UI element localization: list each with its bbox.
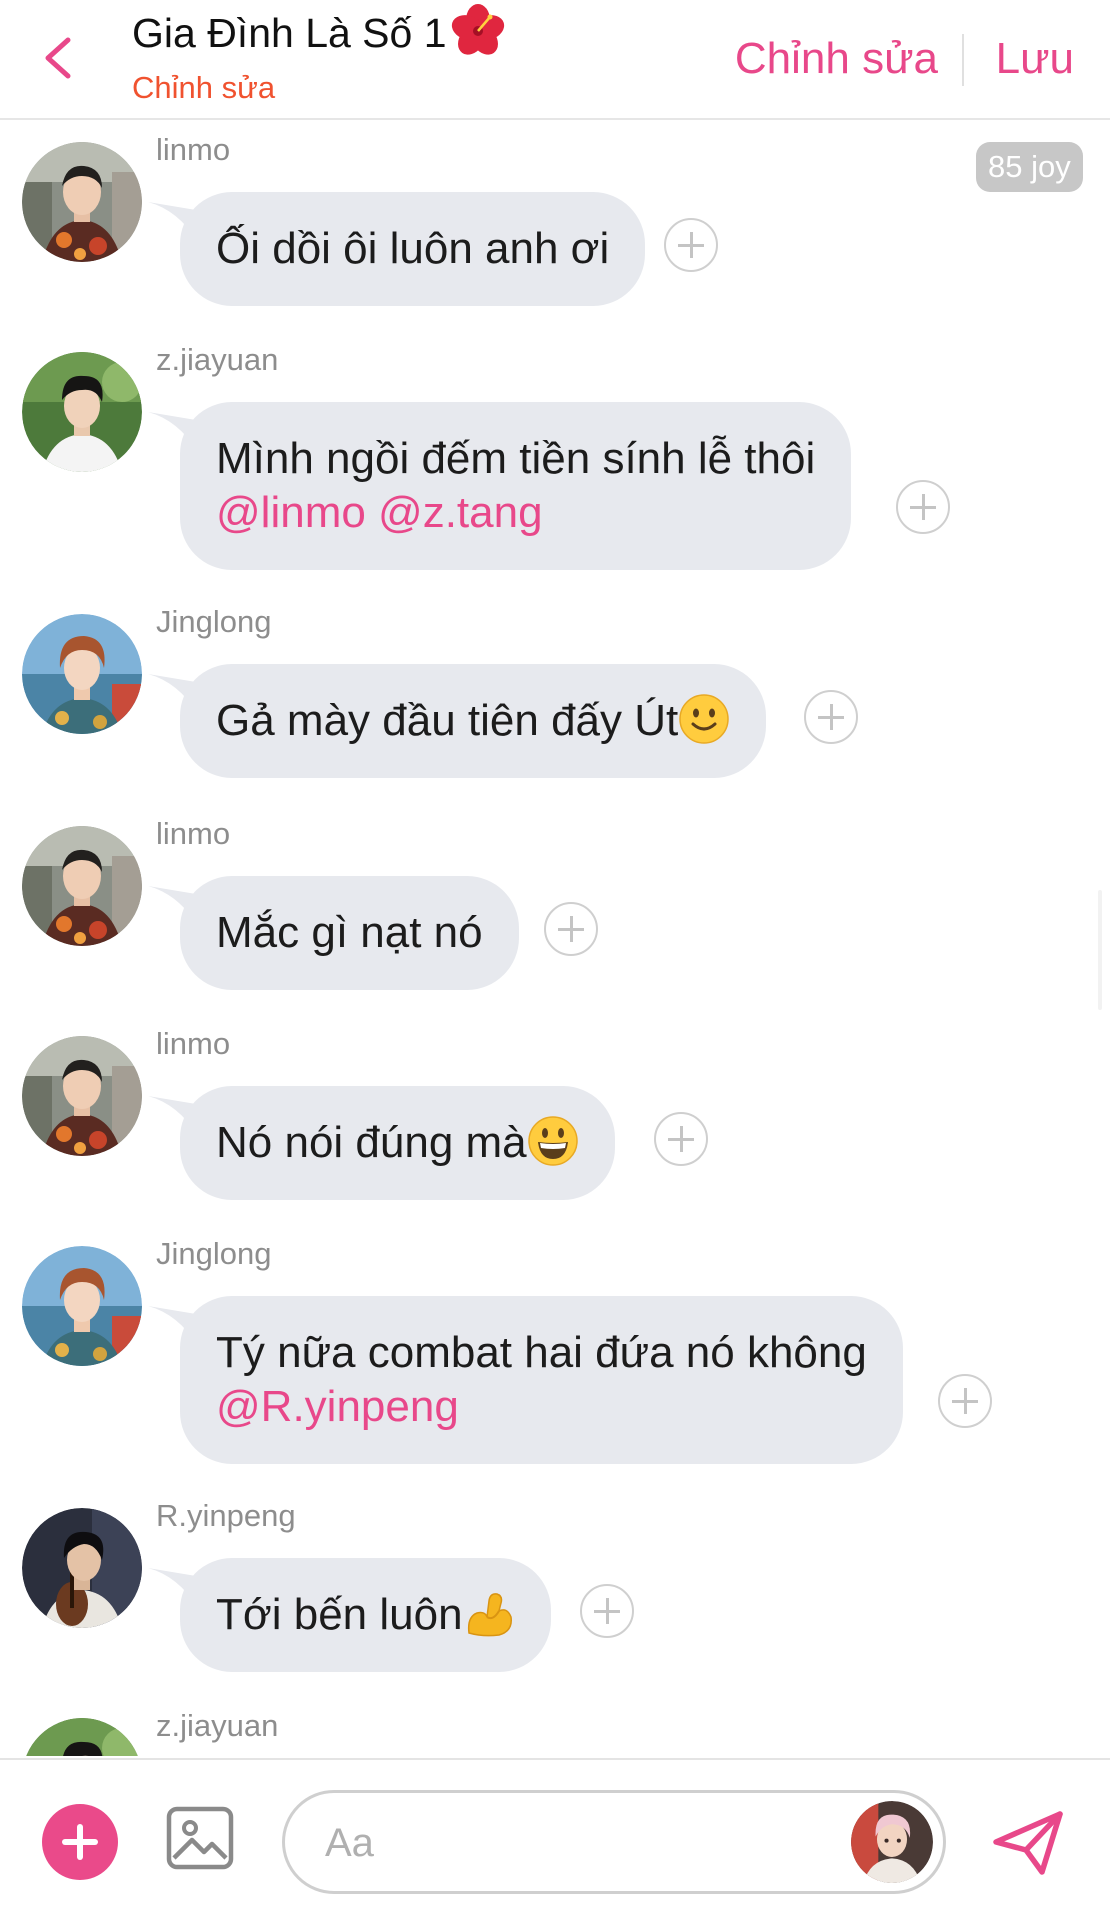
sender-name: z.jiayuan: [156, 342, 279, 377]
message-bubble[interactable]: Nó nói đúng mà: [148, 1086, 615, 1200]
message-text: Gả mày đầu tiên đấy Út: [216, 696, 679, 745]
jinglong-avatar: [22, 614, 142, 734]
message-text: Tý nữa combat hai đứa nó không: [216, 1328, 867, 1377]
slightly-smiling-face-emoji: [679, 694, 729, 745]
sender-name: Jinglong: [156, 1236, 272, 1271]
image-icon[interactable]: [166, 1806, 234, 1870]
edit-button[interactable]: Chỉnh sửa: [735, 34, 938, 84]
add-button[interactable]: [42, 1804, 118, 1880]
mention-link[interactable]: @R.yinpeng: [216, 1382, 459, 1431]
zjiayuan-avatar: [22, 352, 142, 472]
jinglong-avatar: [22, 1246, 142, 1366]
add-reaction-button[interactable]: [896, 480, 950, 534]
message-text: Ối dồi ôi luôn anh ơi: [216, 224, 610, 273]
sender-name: Jinglong: [156, 604, 272, 639]
sender-name: linmo: [156, 816, 231, 851]
bubble-tail: [148, 1568, 208, 1608]
chevron-left-icon: [45, 37, 71, 79]
message-bubble[interactable]: Tý nữa combat hai đứa nó không @R.yinpen…: [148, 1296, 903, 1464]
avatar[interactable]: [22, 1718, 142, 1756]
message-text: Mắc gì nạt nó: [216, 908, 483, 957]
avatar[interactable]: [22, 1036, 142, 1156]
linmo-avatar: [22, 826, 142, 946]
avatar[interactable]: [22, 142, 142, 262]
bubble-tail: [148, 674, 208, 714]
message-input-container[interactable]: [282, 1790, 946, 1894]
message-input[interactable]: [323, 1811, 827, 1875]
message-text: Nó nói đúng mà: [216, 1118, 527, 1167]
sender-name: z.jiayuan: [156, 1708, 279, 1743]
send-icon[interactable]: [990, 1808, 1066, 1878]
bubble-tail: [148, 1306, 208, 1346]
chat-title: Gia Đình Là Số 1: [132, 4, 505, 58]
add-reaction-button[interactable]: [664, 218, 718, 272]
avatar[interactable]: [22, 352, 142, 472]
avatar[interactable]: [22, 1508, 142, 1628]
add-reaction-button[interactable]: [804, 690, 858, 744]
bubble-tail: [148, 412, 208, 452]
bubble-tail: [148, 202, 208, 242]
user-avatar-icon: [851, 1801, 933, 1883]
avatar[interactable]: [22, 614, 142, 734]
chat-header: Gia Đình Là Số 1 Chỉnh sửa Chỉnh sửa Lưu: [0, 0, 1110, 120]
message-bubble[interactable]: Mình ngồi đếm tiền sính lễ thôi @linmo @…: [148, 402, 852, 570]
mention-link[interactable]: @linmo @z.tang: [216, 488, 543, 537]
add-reaction-button[interactable]: [580, 1584, 634, 1638]
sender-name: linmo: [156, 132, 231, 167]
joy-badge: 85 joy: [976, 142, 1083, 192]
message-text: Mình ngồi đếm tiền sính lễ thôi: [216, 434, 816, 483]
flexed-biceps-emoji: [467, 1593, 512, 1637]
header-divider: [962, 34, 964, 86]
message-text: Tới bến luôn: [216, 1590, 463, 1639]
ryinpeng-avatar: [22, 1508, 142, 1628]
message-bubble[interactable]: Gả mày đầu tiên đấy Út: [148, 664, 767, 778]
avatar[interactable]: [22, 826, 142, 946]
add-reaction-button[interactable]: [938, 1374, 992, 1428]
sender-name: R.yinpeng: [156, 1498, 296, 1533]
back-button[interactable]: [36, 30, 84, 86]
chat-title-text: Gia Đình Là Số 1: [132, 10, 447, 56]
scrollbar[interactable]: [1098, 890, 1102, 1010]
message-bubble[interactable]: Mắc gì nạt nó: [148, 876, 519, 990]
sticker-avatar-button[interactable]: [851, 1801, 933, 1883]
bubble-tail: [148, 1096, 208, 1136]
add-reaction-button[interactable]: [654, 1112, 708, 1166]
message-bubble[interactable]: Ối dồi ôi luôn anh ơi: [148, 192, 646, 306]
hibiscus-emoji: [451, 4, 504, 55]
chat-subtitle-edit-link[interactable]: Chỉnh sửa: [132, 70, 275, 106]
grinning-face-emoji: [527, 1116, 578, 1167]
message-bubble[interactable]: Tới bến luôn: [148, 1558, 551, 1672]
bubble-tail: [148, 886, 208, 926]
linmo-avatar: [22, 142, 142, 262]
save-button[interactable]: Lưu: [996, 34, 1074, 84]
linmo-avatar: [22, 1036, 142, 1156]
zjiayuan-avatar: [22, 1718, 142, 1756]
add-reaction-button[interactable]: [544, 902, 598, 956]
sender-name: linmo: [156, 1026, 231, 1061]
avatar[interactable]: [22, 1246, 142, 1366]
message-list[interactable]: 85 joy linmo Ối dồi ôi luôn anh ơi z.jia…: [0, 120, 1110, 1756]
composer-bar: [0, 1758, 1110, 1922]
